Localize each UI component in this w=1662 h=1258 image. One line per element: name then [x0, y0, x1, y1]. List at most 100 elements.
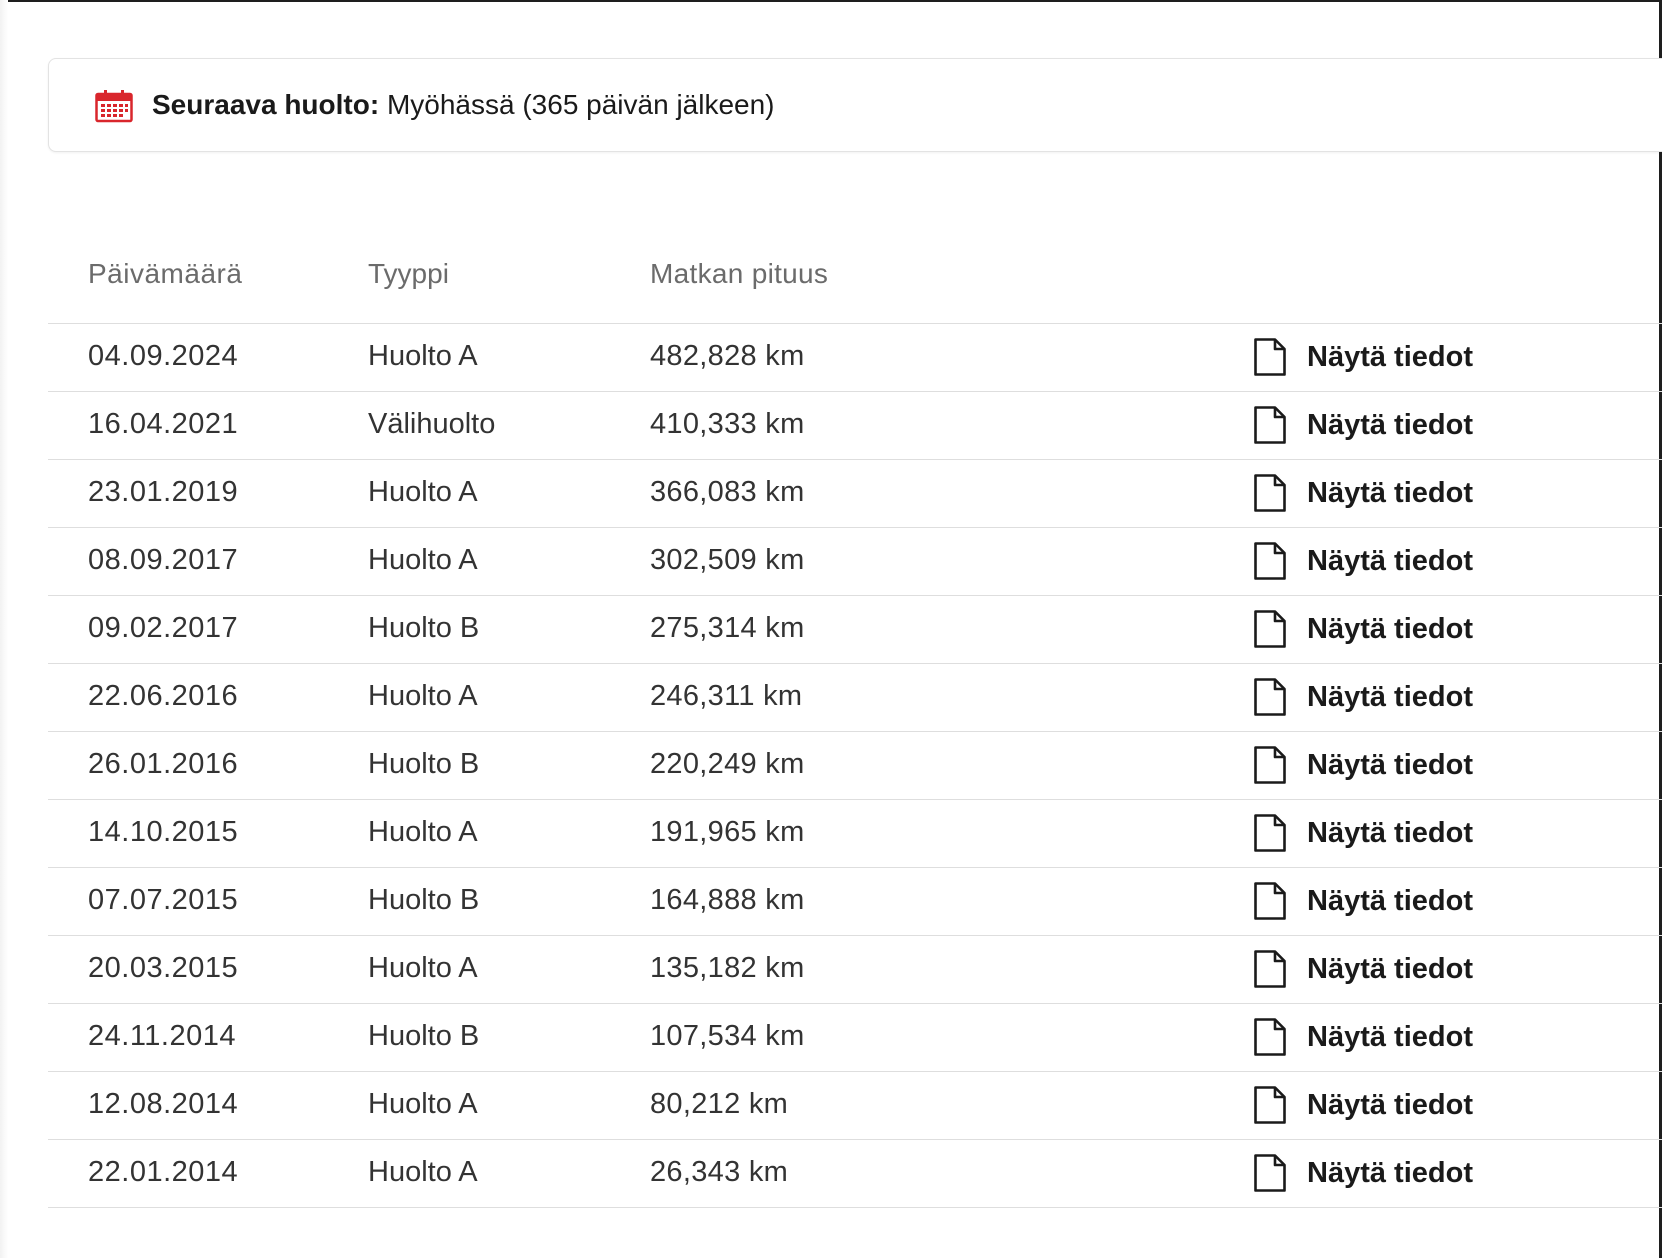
- page: Seuraava huolto: Myöhässä (365 päivän jä…: [0, 0, 1662, 1258]
- show-details-label: Näytä tiedot: [1307, 340, 1473, 373]
- service-type: Huolto B: [368, 612, 480, 644]
- show-details-label: Näytä tiedot: [1307, 612, 1473, 645]
- service-date: 22.01.2014: [88, 1156, 239, 1188]
- table-row: 23.01.2019 Huolto A 366,083 km Näytä tie…: [48, 460, 1662, 528]
- show-details-label: Näytä tiedot: [1307, 1088, 1473, 1121]
- service-distance: 275,314 km: [650, 612, 805, 644]
- document-icon: [1254, 678, 1286, 716]
- window-top-edge: [0, 0, 1662, 2]
- show-details-label: Näytä tiedot: [1307, 816, 1473, 849]
- show-details-label: Näytä tiedot: [1307, 680, 1473, 713]
- show-details-link[interactable]: Näytä tiedot: [1253, 404, 1473, 446]
- document-icon: [1254, 610, 1286, 648]
- table-row: 22.06.2016 Huolto A 246,311 km Näytä tie…: [48, 664, 1662, 732]
- service-type: Huolto A: [368, 1088, 478, 1120]
- show-details-link[interactable]: Näytä tiedot: [1253, 608, 1473, 650]
- table-row: 16.04.2021 Välihuolto 410,333 km Näytä t…: [48, 392, 1662, 460]
- show-details-label: Näytä tiedot: [1307, 952, 1473, 985]
- document-icon: [1254, 406, 1286, 444]
- show-details-label: Näytä tiedot: [1307, 408, 1473, 441]
- document-icon: [1254, 1154, 1286, 1192]
- document-icon: [1254, 746, 1286, 784]
- service-type: Huolto A: [368, 952, 478, 984]
- show-details-link[interactable]: Näytä tiedot: [1253, 812, 1473, 854]
- show-details-link[interactable]: Näytä tiedot: [1253, 948, 1473, 990]
- show-details-label: Näytä tiedot: [1307, 544, 1473, 577]
- show-details-label: Näytä tiedot: [1307, 1020, 1473, 1053]
- next-service-banner: Seuraava huolto: Myöhässä (365 päivän jä…: [48, 58, 1662, 152]
- service-date: 16.04.2021: [88, 408, 239, 440]
- document-icon: [1254, 1086, 1286, 1124]
- show-details-link[interactable]: Näytä tiedot: [1253, 540, 1473, 582]
- service-type: Huolto B: [368, 748, 480, 780]
- calendar-icon: [95, 90, 133, 123]
- show-details-label: Näytä tiedot: [1307, 748, 1473, 781]
- service-type: Huolto A: [368, 1156, 478, 1188]
- service-type: Huolto A: [368, 680, 478, 712]
- window-left-edge: [0, 0, 8, 1258]
- service-type: Huolto A: [368, 544, 478, 576]
- service-date: 04.09.2024: [88, 340, 239, 372]
- service-distance: 80,212 km: [650, 1088, 789, 1120]
- table-row: 04.09.2024 Huolto A 482,828 km Näytä tie…: [48, 324, 1662, 392]
- service-type: Huolto B: [368, 1020, 480, 1052]
- service-history-table: Päivämäärä Tyyppi Matkan pituus 04.09.20…: [48, 250, 1662, 1208]
- table-body: 04.09.2024 Huolto A 482,828 km Näytä tie…: [48, 324, 1662, 1208]
- show-details-link[interactable]: Näytä tiedot: [1253, 1084, 1473, 1126]
- show-details-link[interactable]: Näytä tiedot: [1253, 336, 1473, 378]
- service-date: 22.06.2016: [88, 680, 239, 712]
- column-header-distance: Matkan pituus: [650, 258, 829, 289]
- show-details-link[interactable]: Näytä tiedot: [1253, 880, 1473, 922]
- document-icon: [1254, 950, 1286, 988]
- service-distance: 26,343 km: [650, 1156, 789, 1188]
- table-row: 24.11.2014 Huolto B 107,534 km Näytä tie…: [48, 1004, 1662, 1072]
- service-date: 20.03.2015: [88, 952, 239, 984]
- table-row: 14.10.2015 Huolto A 191,965 km Näytä tie…: [48, 800, 1662, 868]
- service-distance: 410,333 km: [650, 408, 805, 440]
- document-icon: [1254, 814, 1286, 852]
- table-row: 09.02.2017 Huolto B 275,314 km Näytä tie…: [48, 596, 1662, 664]
- document-icon: [1254, 542, 1286, 580]
- table-row: 20.03.2015 Huolto A 135,182 km Näytä tie…: [48, 936, 1662, 1004]
- show-details-label: Näytä tiedot: [1307, 476, 1473, 509]
- table-row: 22.01.2014 Huolto A 26,343 km Näytä tied…: [48, 1140, 1662, 1208]
- service-date: 08.09.2017: [88, 544, 239, 576]
- service-type: Välihuolto: [368, 408, 496, 440]
- table-row: 26.01.2016 Huolto B 220,249 km Näytä tie…: [48, 732, 1662, 800]
- service-distance: 107,534 km: [650, 1020, 805, 1052]
- service-type: Huolto A: [368, 816, 478, 848]
- service-distance: 191,965 km: [650, 816, 805, 848]
- service-type: Huolto A: [368, 340, 478, 372]
- service-type: Huolto B: [368, 884, 480, 916]
- service-date: 12.08.2014: [88, 1088, 239, 1120]
- column-header-type: Tyyppi: [368, 258, 449, 289]
- document-icon: [1254, 882, 1286, 920]
- service-distance: 302,509 km: [650, 544, 805, 576]
- service-date: 24.11.2014: [88, 1020, 236, 1052]
- show-details-link[interactable]: Näytä tiedot: [1253, 472, 1473, 514]
- service-date: 26.01.2016: [88, 748, 239, 780]
- show-details-link[interactable]: Näytä tiedot: [1253, 744, 1473, 786]
- next-service-text: Seuraava huolto: Myöhässä (365 päivän jä…: [152, 87, 775, 123]
- table-row: 07.07.2015 Huolto B 164,888 km Näytä tie…: [48, 868, 1662, 936]
- document-icon: [1254, 474, 1286, 512]
- table-row: 12.08.2014 Huolto A 80,212 km Näytä tied…: [48, 1072, 1662, 1140]
- service-distance: 246,311 km: [650, 680, 803, 712]
- service-date: 07.07.2015: [88, 884, 239, 916]
- service-distance: 220,249 km: [650, 748, 805, 780]
- show-details-label: Näytä tiedot: [1307, 1156, 1473, 1189]
- next-service-label: Seuraava huolto:: [152, 89, 380, 120]
- document-icon: [1254, 1018, 1286, 1056]
- service-type: Huolto A: [368, 476, 478, 508]
- service-distance: 164,888 km: [650, 884, 805, 916]
- show-details-label: Näytä tiedot: [1307, 884, 1473, 917]
- service-date: 23.01.2019: [88, 476, 239, 508]
- show-details-link[interactable]: Näytä tiedot: [1253, 676, 1473, 718]
- table-row: 08.09.2017 Huolto A 302,509 km Näytä tie…: [48, 528, 1662, 596]
- service-date: 09.02.2017: [88, 612, 239, 644]
- service-distance: 135,182 km: [650, 952, 805, 984]
- table-header: Päivämäärä Tyyppi Matkan pituus: [48, 250, 1662, 324]
- show-details-link[interactable]: Näytä tiedot: [1253, 1016, 1473, 1058]
- show-details-link[interactable]: Näytä tiedot: [1253, 1152, 1473, 1194]
- service-distance: 482,828 km: [650, 340, 805, 372]
